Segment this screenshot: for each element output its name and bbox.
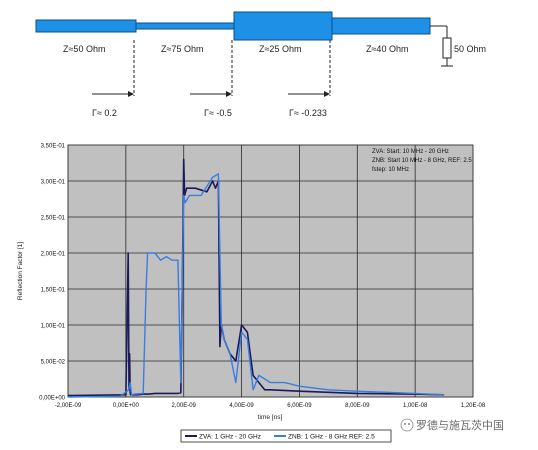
- arrow-head-2: [226, 91, 232, 97]
- reflection-label-2: Γ≈ -0.5: [204, 108, 232, 118]
- reflection-label-1: Γ≈ 0.2: [92, 108, 117, 118]
- legend-label-zva: ZVA: 1 GHz - 20 GHz: [199, 434, 261, 441]
- x-tick-label: 6,00E-09: [287, 403, 312, 409]
- y-tick-label: 0,00E+00: [39, 396, 66, 402]
- annotation-line-3: fstep: 10 MHz: [372, 167, 409, 173]
- x-tick-label: 8,00E-09: [345, 403, 370, 409]
- x-tick-label: 1,00E-08: [403, 403, 428, 409]
- y-tick-label: 3,00E-01: [41, 180, 66, 186]
- legend: ZVA: 1 GHz - 20 GHz ZNB: 1 GHz - 8 GHz R…: [180, 429, 392, 443]
- load-label: 50 Ohm: [454, 44, 486, 54]
- y-tick-labels: 0,00E+00 5,00E-02 1,00E-01 1,50E-01 2,00E-01…: [39, 144, 66, 402]
- y-tick-label: 1,00E-01: [41, 324, 66, 330]
- annotation-line-2: ZNB: Start 10 MHz - 8 GHz, REF: 2.5: [372, 158, 472, 164]
- load-resistor: [430, 25, 453, 67]
- arrow-head-1: [128, 91, 134, 97]
- segment-label-40ohm: Z≈40 Ohm: [366, 44, 408, 54]
- y-tick-label: 2,00E-01: [41, 252, 66, 258]
- segment-label-50ohm: Z≈50 Ohm: [63, 44, 105, 54]
- y-axis-label: Reflection Factor [1]: [17, 242, 24, 300]
- y-tick-label: 1,50E-01: [41, 288, 66, 294]
- x-tick-label: 1,20E-08: [461, 403, 486, 409]
- annotation-line-1: ZVA: Start: 10 MHz - 20 GHz: [372, 149, 449, 155]
- line-segment-75ohm: [135, 22, 235, 30]
- x-tick-labels: -2,00E-09 0,00E+00 2,00E-09 4,00E-09 6,00E-0…: [55, 403, 486, 409]
- watermark-text: 罗德与施瓦茨中国: [416, 418, 504, 432]
- y-tick-label: 5,00E-02: [41, 360, 66, 366]
- transmission-line-diagram: 50 Ohm Z≈50 Ohm Z≈75 Ohm Z≈25 Ohm Z≈40 O…: [35, 11, 486, 118]
- x-axis-label: time [ns]: [258, 414, 283, 421]
- watermark: 罗德与施瓦茨中国: [400, 418, 504, 432]
- line-segment-40ohm: [331, 17, 431, 35]
- x-tick-label: -2,00E-09: [55, 403, 82, 409]
- reflection-factor-chart: 0,00E+00 5,00E-02 1,00E-01 1,50E-01 2,00E-01…: [17, 144, 504, 443]
- segment-label-75ohm: Z≈75 Ohm: [161, 44, 203, 54]
- x-tick-label: 0,00E+00: [113, 403, 140, 409]
- y-tick-label: 3,50E-01: [41, 144, 66, 150]
- x-tick-label: 2,00E-09: [172, 403, 197, 409]
- arrow-head-3: [324, 91, 330, 97]
- x-tick-label: 4,00E-09: [229, 403, 254, 409]
- watermark-logo-icon: [400, 418, 414, 432]
- line-segment-50ohm: [35, 19, 137, 33]
- y-tick-label: 2,50E-01: [41, 216, 66, 222]
- segment-label-25ohm: Z≈25 Ohm: [259, 44, 301, 54]
- line-segment-25ohm: [233, 11, 333, 41]
- reflection-label-3: Γ≈ -0.233: [289, 108, 327, 118]
- legend-label-znb: ZNB: 1 GHz - 8 GHz REF: 2.5: [288, 434, 375, 441]
